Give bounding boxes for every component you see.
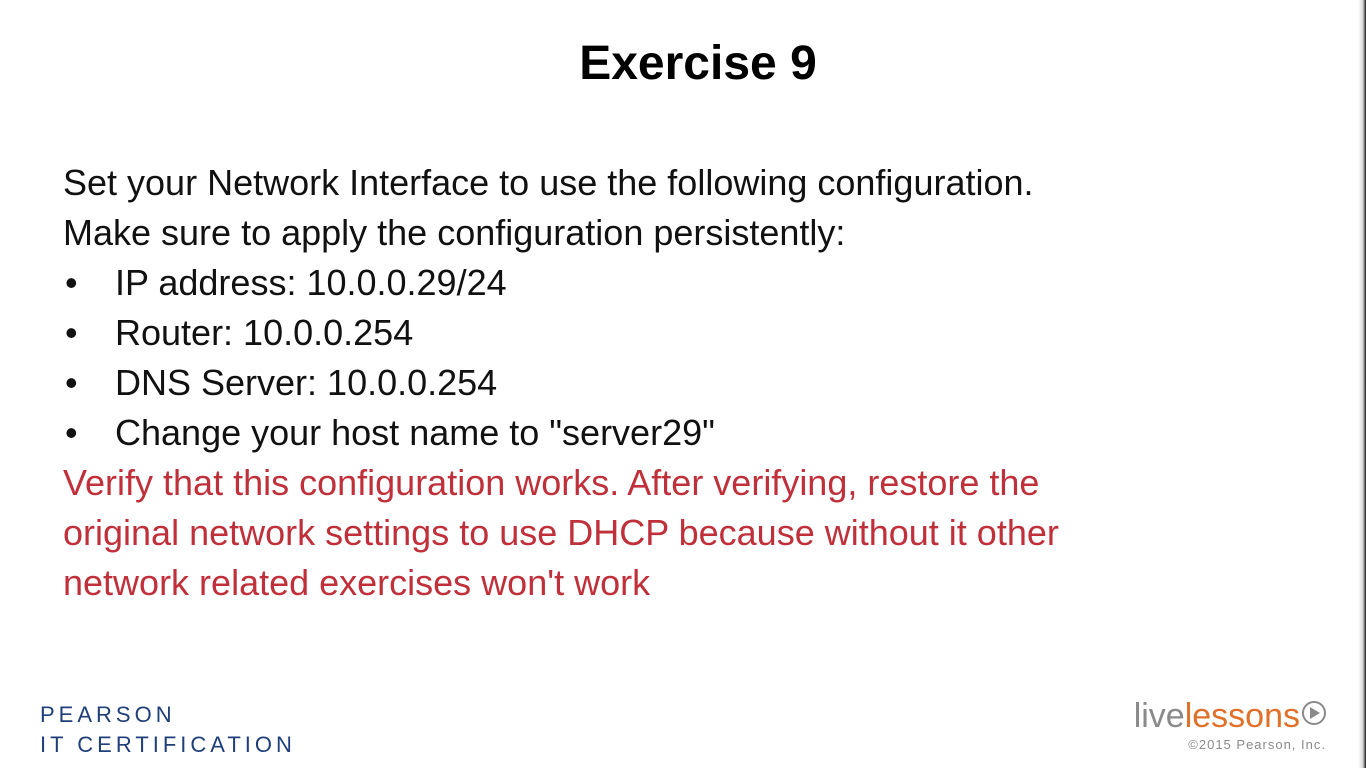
bullet-icon: • — [65, 362, 78, 403]
copyright-text: ©2015 Pearson, Inc. — [1188, 737, 1326, 752]
list-item-text: Router: 10.0.0.254 — [115, 312, 414, 353]
list-item: • Change your host name to "server29" — [63, 408, 1293, 458]
livelessons-logo: livelessons ©2015 Pearson, Inc. — [1134, 697, 1326, 752]
bullet-icon: • — [65, 412, 78, 453]
list-item: • DNS Server: 10.0.0.254 — [63, 358, 1293, 408]
bullet-icon: • — [65, 312, 78, 353]
pearson-logo: PEARSON IT CERTIFICATION — [40, 700, 296, 760]
config-list: • IP address: 10.0.0.29/24 • Router: 10.… — [63, 258, 1293, 458]
publisher-line-1: PEARSON — [40, 702, 176, 727]
brand-wordmark: livelessons — [1134, 697, 1326, 735]
window-edge — [1358, 0, 1366, 768]
brand-part-live: live — [1133, 697, 1185, 735]
publisher-line-2: IT CERTIFICATION — [40, 732, 296, 757]
warning-line-1: Verify that this configuration works. Af… — [63, 462, 1040, 503]
intro-line-2: Make sure to apply the configuration per… — [63, 212, 846, 253]
brand-part-lessons: lessons — [1184, 697, 1300, 735]
warning-line-2: original network settings to use DHCP be… — [63, 512, 1059, 553]
slide: Exercise 9 Set your Network Interface to… — [0, 0, 1366, 768]
slide-title: Exercise 9 — [579, 37, 817, 90]
bullet-icon: • — [65, 262, 78, 303]
list-item-text: DNS Server: 10.0.0.254 — [115, 362, 498, 403]
play-circle-icon — [1302, 701, 1326, 725]
slide-body: Set your Network Interface to use the fo… — [63, 158, 1293, 608]
warning-line-3: network related exercises won't work — [63, 562, 651, 603]
list-item-text: IP address: 10.0.0.29/24 — [115, 262, 507, 303]
list-item: • Router: 10.0.0.254 — [63, 308, 1293, 358]
list-item: • IP address: 10.0.0.29/24 — [63, 258, 1293, 308]
intro-line-1: Set your Network Interface to use the fo… — [63, 162, 1034, 203]
list-item-text: Change your host name to "server29" — [115, 412, 715, 453]
